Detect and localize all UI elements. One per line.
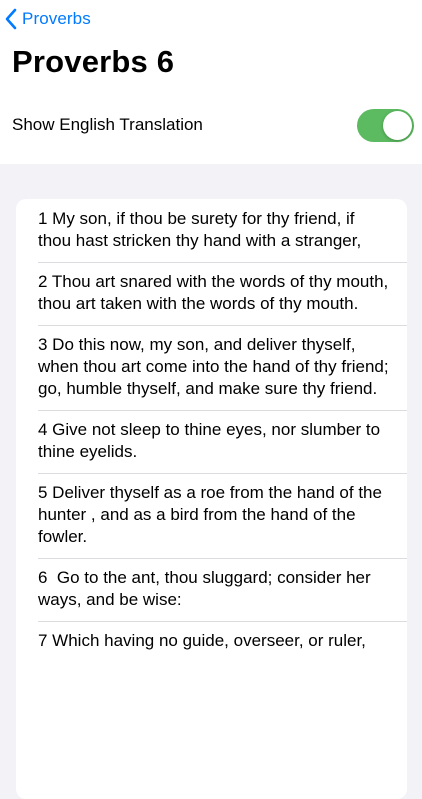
verse-item[interactable]: 4 Give not sleep to thine eyes, nor slum… [16, 410, 407, 473]
translation-toggle-label: Show English Translation [12, 115, 203, 134]
verse-item[interactable]: 3 Do this now, my son, and deliver thyse… [16, 325, 407, 410]
verse-item[interactable]: 5 Deliver thyself as a roe from the hand… [16, 473, 407, 558]
verse-text: 1 My son, if thou be surety for thy frie… [38, 209, 362, 250]
chevron-left-icon [4, 8, 18, 30]
verse-item[interactable]: 2 Thou art snared with the words of thy … [16, 262, 407, 325]
back-label: Proverbs [22, 9, 91, 28]
verse-item[interactable]: 1 My son, if thou be surety for thy frie… [16, 199, 407, 262]
verse-text: 2 Thou art snared with the words of thy … [38, 272, 393, 313]
verse-item[interactable]: 6 Go to the ant, thou sluggard; consider… [16, 558, 407, 621]
toggle-knob [383, 111, 412, 140]
verse-text: 4 Give not sleep to thine eyes, nor slum… [38, 420, 385, 461]
header: Proverbs Proverbs 6 Show English Transla… [0, 0, 422, 164]
verse-text: 7 Which having no guide, overseer, or ru… [38, 631, 366, 650]
verse-text: 5 Deliver thyself as a roe from the hand… [38, 483, 387, 546]
translation-toggle-row: Show English Translation [0, 104, 422, 144]
verse-text: 6 Go to the ant, thou sluggard; consider… [38, 568, 376, 609]
translation-toggle-switch[interactable] [357, 109, 414, 142]
back-button[interactable]: Proverbs [4, 6, 91, 32]
page-title: Proverbs 6 [12, 44, 175, 79]
verse-text: 3 Do this now, my son, and deliver thyse… [38, 335, 394, 398]
verse-item[interactable]: 7 Which having no guide, overseer, or ru… [16, 621, 407, 662]
verse-list: 1 My son, if thou be surety for thy frie… [16, 199, 407, 799]
